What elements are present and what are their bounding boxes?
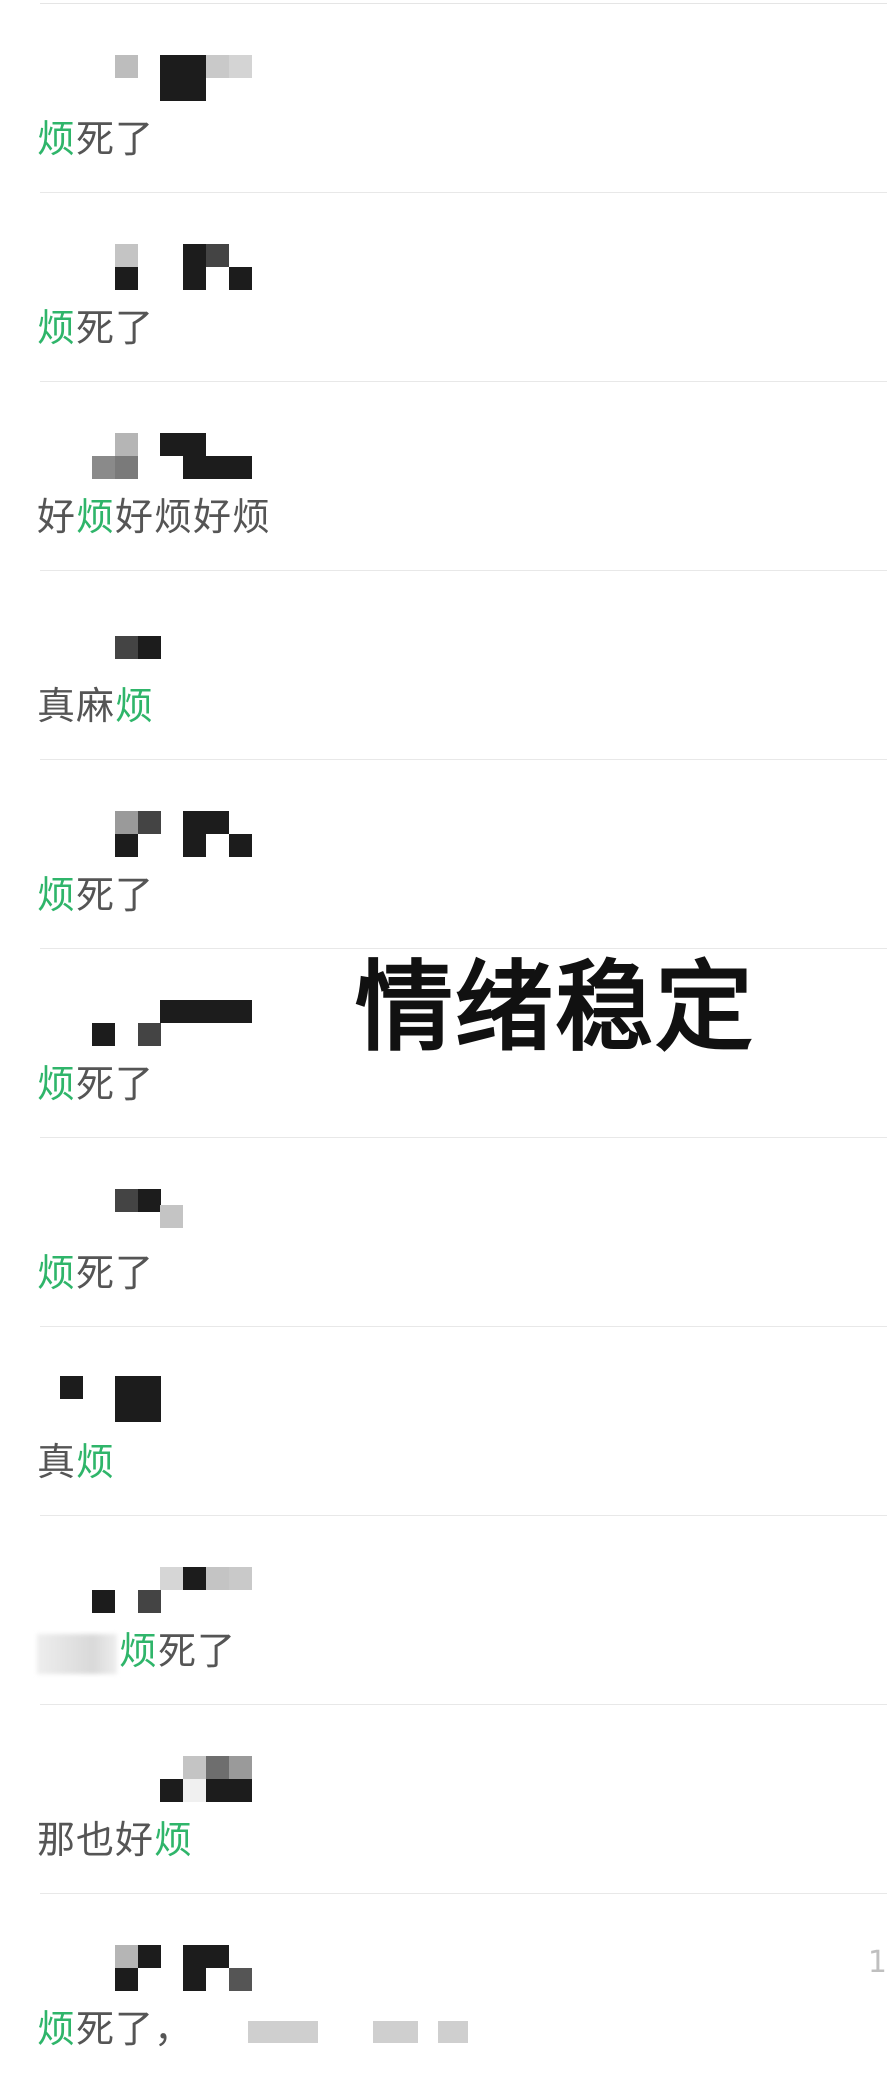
comment-text-after: 好烦好烦: [115, 495, 272, 539]
pixelated-username: [70, 1750, 252, 1802]
keyword-highlight: 烦: [76, 1440, 116, 1484]
comment-text: 烦死了: [37, 303, 154, 353]
list-item[interactable]: 烦死了: [37, 4, 887, 193]
keyword-highlight: 烦: [37, 2007, 77, 2051]
keyword-highlight: 烦: [154, 1818, 194, 1862]
comment-text: 烦死了: [37, 870, 154, 920]
comment-text-before: 那也好: [37, 1818, 155, 1862]
comment-text-after: 死了: [76, 873, 155, 917]
pixelated-username: [70, 1561, 252, 1613]
keyword-highlight: 烦: [37, 306, 77, 350]
comment-text-after: 死了: [76, 306, 155, 350]
pixelated-username: [70, 427, 252, 479]
comment-text: 烦死了: [37, 1626, 236, 1676]
list-item[interactable]: 1 烦死了，: [37, 1894, 887, 2082]
overlay-caption: 情绪稳定: [355, 951, 756, 1065]
pixelated-text: [193, 2018, 493, 2046]
blurred-text: [37, 1633, 117, 1674]
comment-text-before: 真麻: [37, 684, 116, 728]
comment-text-after: 死了: [158, 1629, 237, 1673]
list-item[interactable]: 真烦: [37, 1327, 887, 1516]
keyword-highlight: 烦: [76, 495, 116, 539]
list-item[interactable]: 烦死了: [37, 1138, 887, 1327]
comment-text: 那也好烦: [37, 1815, 193, 1865]
list-item[interactable]: 烦死了: [37, 1516, 887, 1705]
list-item[interactable]: 烦死了: [37, 760, 887, 949]
comment-text-before: 真: [37, 1440, 77, 1484]
comment-count: 1: [867, 1945, 887, 1980]
keyword-highlight: 烦: [37, 873, 77, 917]
pixelated-username: [70, 994, 252, 1046]
keyword-highlight: 烦: [37, 1062, 77, 1106]
comment-text-after: 死了，: [76, 2007, 194, 2051]
comment-text: 烦死了: [37, 114, 154, 164]
comment-text-after: 死了: [76, 1251, 155, 1295]
keyword-highlight: 烦: [119, 1629, 159, 1673]
list-item[interactable]: 好烦好烦好烦: [37, 382, 887, 571]
pixelated-username: [70, 1183, 240, 1228]
keyword-highlight: 烦: [37, 1251, 77, 1295]
pixelated-username: [70, 616, 240, 661]
list-item[interactable]: 真麻烦: [37, 571, 887, 760]
list-item[interactable]: 烦死了: [37, 193, 887, 382]
pixelated-username: [70, 238, 252, 290]
comment-text: 真烦: [37, 1437, 115, 1487]
pixelated-username: [70, 1939, 252, 1991]
keyword-highlight: 烦: [115, 684, 155, 728]
list-item[interactable]: 那也好烦: [37, 1705, 887, 1894]
pixelated-username: [60, 1372, 240, 1422]
comment-text-after: 死了: [76, 117, 155, 161]
comment-text-after: 死了: [76, 1062, 155, 1106]
keyword-highlight: 烦: [37, 117, 77, 161]
pixelated-username: [70, 49, 252, 101]
comment-text: 烦死了: [37, 1059, 154, 1109]
comment-text: 烦死了: [37, 1248, 154, 1298]
comment-text: 好烦好烦好烦: [37, 492, 271, 542]
comment-text: 烦死了，: [37, 2004, 493, 2054]
comment-text: 真麻烦: [37, 681, 154, 731]
comment-text-before: 好: [37, 495, 77, 539]
pixelated-username: [70, 805, 252, 857]
